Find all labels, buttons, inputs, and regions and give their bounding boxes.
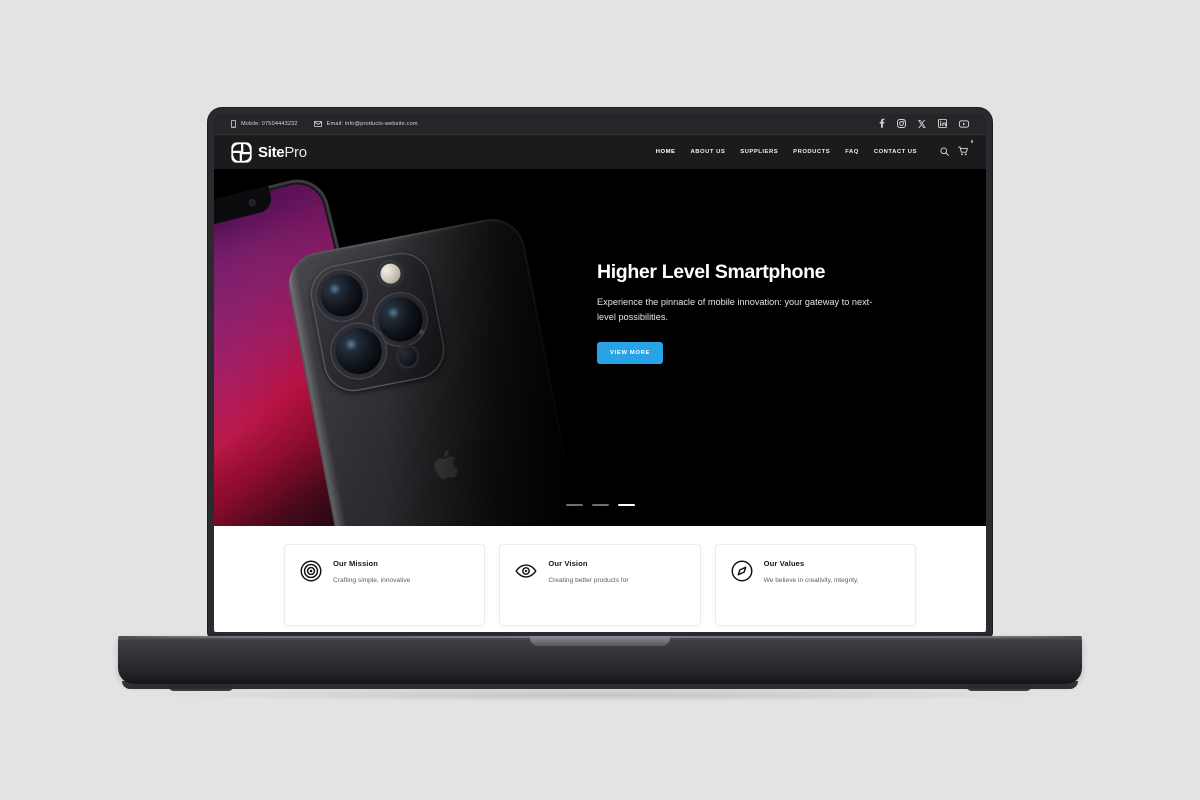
compass-icon (731, 560, 753, 587)
top-utility-bar: Mobile: 07504443232 Email: info@products (214, 114, 986, 135)
laptop-lid-notch (530, 636, 670, 646)
feature-card-our-vision[interactable]: Our Vision Creating better products for (499, 544, 701, 626)
nav-link-about-us[interactable]: ABOUT US (690, 149, 725, 155)
nav-link-suppliers[interactable]: SUPPLIERS (740, 149, 778, 155)
hero-smartphone-image (214, 169, 606, 526)
envelope-icon (313, 121, 322, 127)
laptop-lid: Mobile: 07504443232 Email: info@products (208, 108, 992, 636)
main-navbar: SitePro HOME ABOUT US SUPPLIERS PRODUCTS… (214, 135, 986, 169)
nav-link-products[interactable]: PRODUCTS (793, 149, 830, 155)
hero-title: Higher Level Smartphone (597, 261, 826, 283)
nav-link-contact-us[interactable]: CONTACT US (874, 149, 917, 155)
cart-count-badge: 0 (970, 139, 973, 144)
site-logo-text-bold: Site (258, 143, 285, 161)
search-icon[interactable] (940, 143, 949, 161)
site-logo[interactable]: SitePro (231, 141, 307, 163)
phone-icon (231, 120, 236, 128)
shopping-cart-icon[interactable]: 0 (958, 139, 973, 161)
camera-lens-wide-icon (312, 266, 372, 325)
pinwheel-square-logo-icon (231, 141, 252, 163)
feature-description: We believe in creativity, integrity, (763, 577, 859, 584)
contact-email-label: Email: info@products-website.com (326, 121, 418, 127)
camera-flash-icon (375, 258, 406, 289)
feature-title: Our Vision (548, 559, 588, 568)
laptop-base (118, 636, 1082, 684)
carousel-indicators (214, 503, 986, 506)
feature-description: Crafting simple, innovative (333, 577, 411, 584)
laptop-drop-shadow (150, 688, 1050, 702)
hero-carousel: Higher Level Smartphone Experience the p… (214, 169, 986, 526)
feature-card-body: Our Values We believe in creativity, int… (764, 558, 859, 586)
laptop-mockup: Mobile: 07504443232 Email: info@products (0, 0, 1200, 800)
apple-logo-icon (429, 447, 460, 481)
contact-mobile-label: Mobile: 07504443232 (241, 121, 298, 127)
site-logo-text-light: Pro (284, 143, 307, 161)
front-camera-icon (248, 198, 257, 207)
feature-card-body: Our Vision Creating better products for (548, 558, 628, 586)
feature-title: Our Mission (333, 559, 378, 568)
nav-link-home[interactable]: HOME (656, 149, 676, 155)
hero-copy-block: Higher Level Smartphone Experience the p… (597, 261, 907, 365)
contact-email[interactable]: Email: info@products-website.com (313, 121, 418, 127)
hero-subtitle: Experience the pinnacle of mobile innova… (597, 297, 873, 323)
carousel-dot-3[interactable] (617, 503, 635, 506)
nav-links: HOME ABOUT US SUPPLIERS PRODUCTS FAQ CON… (656, 139, 973, 161)
carousel-dot-1[interactable] (565, 503, 583, 506)
social-links (879, 115, 969, 133)
feature-card-our-mission[interactable]: Our Mission Crafting simple, innovative (284, 544, 486, 626)
camera-module (305, 247, 450, 397)
feature-title: Our Values (763, 559, 805, 568)
target-bullseye-icon (300, 560, 322, 587)
feature-card-our-values[interactable]: Our Values We believe in creativity, int… (714, 544, 916, 626)
site-logo-text: SitePro (258, 145, 307, 160)
nav-link-faq[interactable]: FAQ (845, 149, 859, 155)
linkedin-icon[interactable] (937, 115, 948, 133)
nav-actions: 0 (940, 139, 973, 161)
x-twitter-icon[interactable] (918, 115, 926, 133)
feature-cards-section: Our Mission Crafting simple, innovative (214, 526, 986, 632)
hero-view-more-button[interactable]: VIEW MORE (597, 342, 664, 365)
laptop-bezel: Mobile: 07504443232 Email: info@products (214, 114, 986, 632)
carousel-dot-2[interactable] (591, 503, 609, 506)
screenshot-canvas: Mobile: 07504443232 Email: info@products (0, 0, 1200, 800)
eye-icon (515, 560, 537, 587)
lidar-sensor-icon (393, 342, 422, 371)
contact-mobile[interactable]: Mobile: 07504443232 (231, 120, 298, 128)
instagram-icon[interactable] (897, 115, 906, 133)
topbar-contacts: Mobile: 07504443232 Email: info@products (231, 120, 418, 128)
facebook-icon[interactable] (879, 115, 885, 133)
website-viewport: Mobile: 07504443232 Email: info@products (214, 114, 986, 632)
phone-back-view (282, 213, 582, 526)
feature-description: Creating better products for (548, 577, 629, 584)
microphone-icon (418, 329, 425, 336)
youtube-icon[interactable] (959, 115, 969, 133)
feature-card-body: Our Mission Crafting simple, innovative (333, 558, 410, 586)
